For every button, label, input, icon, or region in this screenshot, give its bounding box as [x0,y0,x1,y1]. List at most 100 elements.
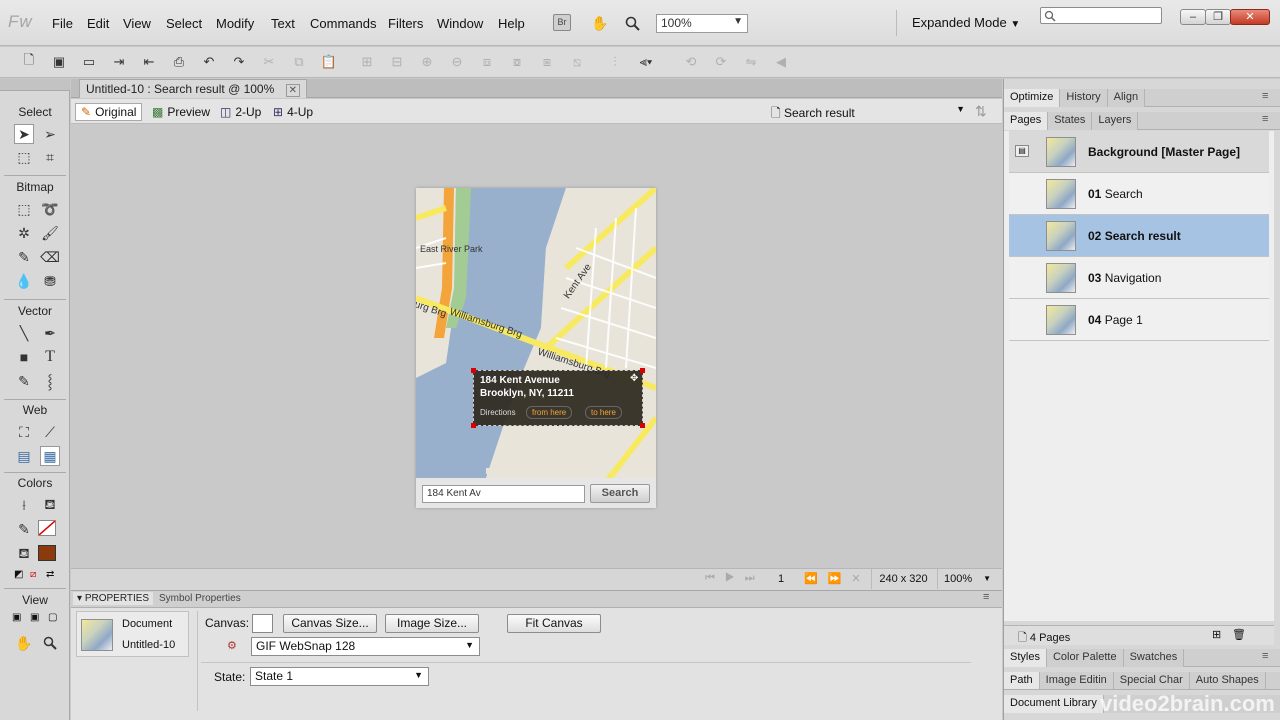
bring-front-icon[interactable]: ⧈ [478,53,496,71]
bridge-button[interactable]: Br [553,14,571,31]
new-file-icon[interactable]: 🗋 [20,52,38,71]
page-item-03[interactable]: 03 Navigation [1009,257,1269,299]
join-icon[interactable]: ⊕ [418,53,436,71]
rectangle-tool-icon[interactable]: ■ [14,347,34,367]
panel-menu-icon[interactable]: ≡ [1262,650,1268,662]
canvas-color-swatch[interactable] [252,614,273,633]
rotate-left-icon[interactable]: ⟲ [682,53,700,71]
panel-menu-icon[interactable]: ≡ [1262,90,1268,102]
selection-handle[interactable] [471,423,476,428]
tab-path[interactable]: Path [1004,672,1040,689]
view-2up-button[interactable]: ◫ 2-Up [215,103,266,121]
open-icon[interactable]: ▭ [80,53,98,71]
document-canvas[interactable]: East River Park Kent Ave Williamsburg Br… [416,188,656,508]
swap-colors-icon[interactable]: ⇄ [46,569,58,581]
default-colors-icon[interactable]: ◩ [14,569,26,581]
workspace-mode-select[interactable]: Expanded Mode ▼ [912,15,1020,30]
rotate-right-icon[interactable]: ⟳ [712,53,730,71]
pen-tool-icon[interactable]: ✒ [40,323,60,343]
marquee-tool-icon[interactable]: ⬚ [14,199,34,219]
eraser-tool-icon[interactable]: ⌫ [40,247,60,267]
close-tab-icon[interactable]: ✕ [285,84,301,97]
group-icon[interactable]: ⊞ [358,53,376,71]
fill-bucket-icon[interactable]: ⛾ [14,544,34,564]
magic-wand-icon[interactable]: ✲ [14,223,34,243]
page-select[interactable]: 🗋 Search result ▼ [771,104,969,120]
menu-commands[interactable]: Commands [310,16,376,31]
tab-properties[interactable]: ▾ PROPERTIES [73,592,154,605]
copy-icon[interactable]: ⧉ [290,53,308,71]
menu-edit[interactable]: Edit [87,16,109,31]
pointer-tool-icon[interactable]: ➤ [14,124,34,144]
tab-states[interactable]: States [1048,112,1093,130]
lasso-tool-icon[interactable]: ➰ [40,199,60,219]
hand-icon[interactable]: ✋ [589,13,611,33]
close-button[interactable]: ✕ [1230,9,1270,25]
selection-handle[interactable] [640,368,645,373]
save-icon[interactable]: ▣ [50,53,68,71]
tab-color-palette[interactable]: Color Palette [1046,649,1124,667]
import-icon[interactable]: ⇥ [110,53,128,71]
tab-image-editing[interactable]: Image Editin [1039,672,1114,689]
stroke-pencil-icon[interactable]: ✎ [14,519,34,539]
hand-tool-icon[interactable]: ✋ [14,633,34,653]
new-page-icon[interactable]: ⊞ [1212,628,1221,641]
page-nav-icon[interactable]: ⇅ [975,103,987,120]
paste-icon[interactable]: 📋 [320,53,338,71]
menu-select[interactable]: Select [166,16,202,31]
send-back-icon[interactable]: ⧅ [568,53,586,71]
menu-window[interactable]: Window [437,16,483,31]
export-icon[interactable]: ⇤ [140,53,158,71]
tab-align[interactable]: Align [1107,89,1146,107]
zoom-select[interactable]: 100% ▼ [656,14,748,33]
address-popup[interactable]: 184 Kent Avenue Brooklyn, NY, 11211 Dire… [471,368,645,428]
minimize-button[interactable]: – [1180,9,1206,25]
split-icon[interactable]: ⊖ [448,53,466,71]
eyedropper-icon[interactable]: ⟊ [14,495,34,515]
status-zoom-select[interactable]: 100% ▼ [937,569,997,589]
zoom-icon[interactable] [621,13,643,33]
menu-text[interactable]: Text [271,16,295,31]
print-icon[interactable]: ⎙ [170,53,188,71]
canvas-size-button[interactable]: Canvas Size... [283,614,377,633]
crop-tool-icon[interactable]: ⌗ [40,147,60,167]
show-slices-icon[interactable]: ▦ [40,446,60,466]
state-select[interactable]: State 1 ▼ [250,667,429,686]
popup-to-here-link[interactable]: to here [585,406,622,419]
menu-view[interactable]: View [123,16,151,31]
bring-forward-icon[interactable]: ⧇ [508,53,526,71]
tab-optimize[interactable]: Optimize [1004,89,1061,107]
line-tool-icon[interactable]: ╲ [14,323,34,343]
blur-tool-icon[interactable]: 💧 [14,271,34,291]
trash-icon[interactable]: 🗑 [1232,628,1246,641]
no-color-icon[interactable]: ⧄ [30,569,42,581]
paint-bucket-icon[interactable]: ⛾ [40,495,60,515]
maximize-button[interactable]: ❐ [1205,9,1231,25]
flip-vertical-icon[interactable]: ◀ [772,53,790,71]
page-item-02[interactable]: 02 Search result [1009,215,1269,257]
scale-tool-icon[interactable]: ⬚ [14,147,34,167]
knife-tool-icon[interactable]: ⸾ [40,371,60,391]
tab-symbol-properties[interactable]: Symbol Properties [155,592,245,605]
panel-menu-icon[interactable]: ≡ [983,591,989,603]
align-menu-icon[interactable]: ⫷▾ [632,53,660,71]
flip-horizontal-icon[interactable]: ⇋ [742,53,760,71]
fullscreen-icon[interactable]: ▢ [48,612,62,624]
menu-help[interactable]: Help [498,16,525,31]
tab-pages[interactable]: Pages [1004,112,1049,130]
send-backward-icon[interactable]: ⧆ [538,53,556,71]
undo-icon[interactable]: ↶ [200,53,218,71]
document-tab[interactable]: Untitled-10 : Search result @ 100% ✕ [79,79,308,98]
standard-screen-icon[interactable]: ▣ [12,612,26,624]
view-4up-button[interactable]: ⊞ 4-Up [268,103,318,121]
pencil-tool-icon[interactable]: ✎ [14,247,34,267]
cut-icon[interactable]: ✂ [260,53,278,71]
tab-history[interactable]: History [1060,89,1108,107]
tab-auto-shapes[interactable]: Auto Shapes [1189,672,1266,689]
page-item-04[interactable]: 04 Page 1 [1009,299,1269,341]
page-nav-buttons[interactable]: ⏮▶⏭ [705,572,765,585]
help-search-input[interactable] [1040,7,1162,24]
page-item-01[interactable]: 01 Search [1009,173,1269,215]
text-tool-icon[interactable]: T [40,347,60,367]
panel-menu-icon[interactable]: ≡ [1262,113,1268,125]
